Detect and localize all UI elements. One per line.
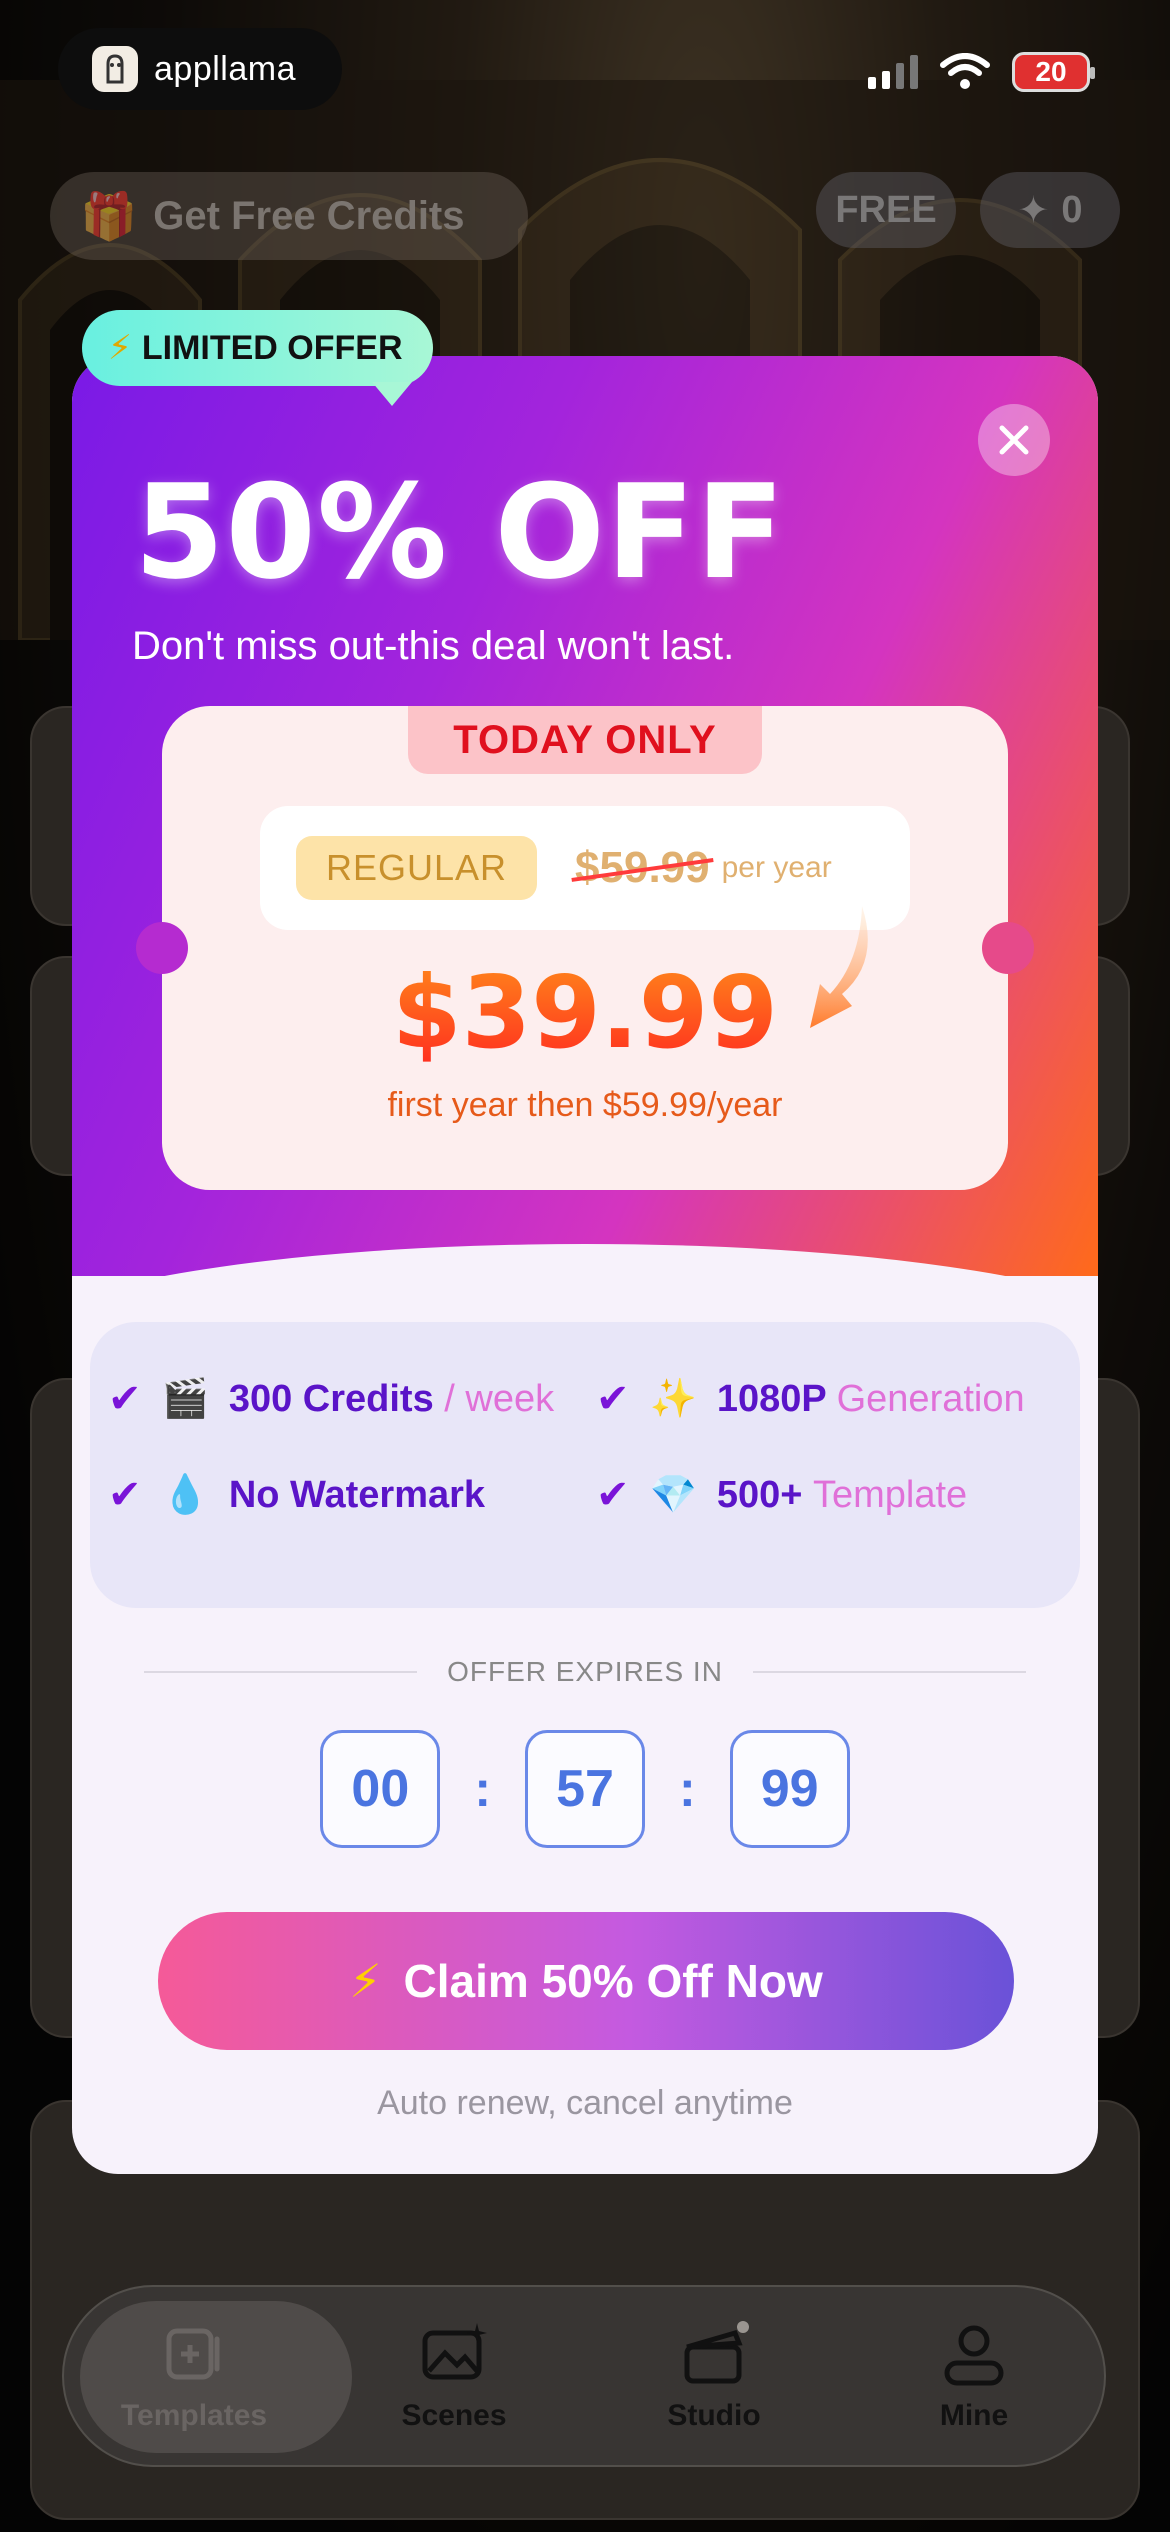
timer-seconds: 99 xyxy=(729,1730,850,1848)
tab-label: Mine xyxy=(939,2399,1009,2432)
free-badge[interactable]: FREE xyxy=(816,172,956,248)
limited-offer-tag: ⚡ LIMITED OFFER xyxy=(82,310,433,406)
tab-studio[interactable]: Studio xyxy=(584,2319,844,2433)
tab-label: Scenes xyxy=(401,2399,507,2432)
check-icon: ✔ xyxy=(108,1473,142,1517)
feature-accent: Template xyxy=(813,1473,968,1516)
feature-accent: / week xyxy=(444,1377,555,1420)
droplet-icon: 💧 xyxy=(161,1474,209,1516)
timer-separator: : xyxy=(679,1761,696,1817)
feature-text: 1080P xyxy=(716,1377,827,1420)
discounted-price: $39.99 xyxy=(162,954,1008,1071)
feature-no-watermark: ✔ 💧 No Watermark xyxy=(108,1472,485,1518)
offer-subhead: Don't miss out-this deal won't last. xyxy=(132,624,735,668)
tab-label: Studio xyxy=(667,2399,761,2432)
status-indicators: 20 xyxy=(868,52,1095,92)
sparkle-icon: ✦ xyxy=(1017,189,1050,232)
offer-expires-row: OFFER EXPIRES IN xyxy=(144,1656,1027,1688)
tab-mine[interactable]: Mine xyxy=(844,2319,1104,2433)
price-ticket: TODAY ONLY REGULAR $59.99 per year $39.9… xyxy=(136,706,1034,1190)
renewal-price-note: first year then $59.99/year xyxy=(387,1086,783,1124)
sparkles-icon: ✨ xyxy=(649,1378,697,1420)
claim-button-label: Claim 50% Off Now xyxy=(403,1955,823,2007)
timer-hours: 00 xyxy=(320,1730,441,1848)
close-icon xyxy=(999,425,1029,455)
features-panel: ✔ 🎬 300 Credits / week ✔ ✨ 1080P Generat… xyxy=(90,1322,1080,1608)
offer-modal: 50% OFF Don't miss out-this deal won't l… xyxy=(72,356,1098,2174)
gift-icon: 🎁 xyxy=(80,189,138,242)
discount-headline: 50% OFF xyxy=(134,456,786,608)
credit-balance-badge[interactable]: ✦ 0 xyxy=(980,172,1120,248)
wifi-icon xyxy=(940,53,990,89)
templates-icon xyxy=(166,2328,220,2380)
tab-scenes[interactable]: Scenes xyxy=(324,2319,584,2433)
bottom-tab-bar: Templates Scenes Studio Mine xyxy=(62,2285,1106,2467)
battery-icon: 20 xyxy=(1012,52,1095,92)
tab-templates[interactable]: Templates xyxy=(64,2319,324,2433)
llama-logo-icon xyxy=(92,46,138,92)
check-icon: ✔ xyxy=(108,1377,142,1421)
clapperboard-icon xyxy=(684,2321,749,2384)
credit-count: 0 xyxy=(1061,188,1083,231)
per-year-label: per year xyxy=(721,851,832,884)
timer-minutes: 57 xyxy=(525,1730,645,1848)
today-only-banner: TODAY ONLY xyxy=(408,706,762,774)
get-free-credits-label: Get Free Credits xyxy=(153,193,465,238)
lightning-icon: ⚡ xyxy=(349,1955,382,2007)
person-icon xyxy=(944,2325,1004,2386)
scenes-icon xyxy=(422,2323,487,2380)
app-brand-pill: appllama xyxy=(58,28,342,110)
gem-icon: 💎 xyxy=(649,1474,697,1516)
feature-resolution: ✔ ✨ 1080P Generation xyxy=(596,1376,1025,1422)
limited-offer-label: LIMITED OFFER xyxy=(141,328,403,367)
cellular-signal-icon xyxy=(868,55,918,89)
offer-expires-label: OFFER EXPIRES IN xyxy=(447,1656,723,1687)
tab-label: Templates xyxy=(120,2399,268,2432)
divider xyxy=(752,1671,1027,1673)
feature-text: 500+ xyxy=(716,1473,803,1516)
divider xyxy=(144,1671,418,1673)
countdown-timer: 00 : 57 : 99 xyxy=(72,1730,1098,1848)
brand-name: appllama xyxy=(154,49,296,88)
get-free-credits-button[interactable]: 🎁 Get Free Credits xyxy=(50,172,528,260)
feature-text: No Watermark xyxy=(228,1473,486,1516)
auto-renew-note: Auto renew, cancel anytime xyxy=(377,2084,793,2122)
check-icon: ✔ xyxy=(596,1377,630,1421)
feature-credits: ✔ 🎬 300 Credits / week xyxy=(108,1376,554,1422)
check-icon: ✔ xyxy=(596,1473,630,1517)
claim-offer-button[interactable]: ⚡ Claim 50% Off Now xyxy=(158,1912,1014,2050)
lightning-icon: ⚡ xyxy=(108,329,132,367)
timer-separator: : xyxy=(474,1761,491,1817)
regular-label: REGULAR xyxy=(296,836,538,900)
feature-accent: Generation xyxy=(836,1377,1025,1420)
clapperboard-icon: 🎬 xyxy=(161,1378,209,1420)
regular-price: $59.99 xyxy=(575,843,710,892)
feature-text: 300 Credits xyxy=(228,1377,434,1420)
close-button[interactable] xyxy=(978,404,1050,476)
feature-templates: ✔ 💎 500+ Template xyxy=(596,1472,967,1518)
